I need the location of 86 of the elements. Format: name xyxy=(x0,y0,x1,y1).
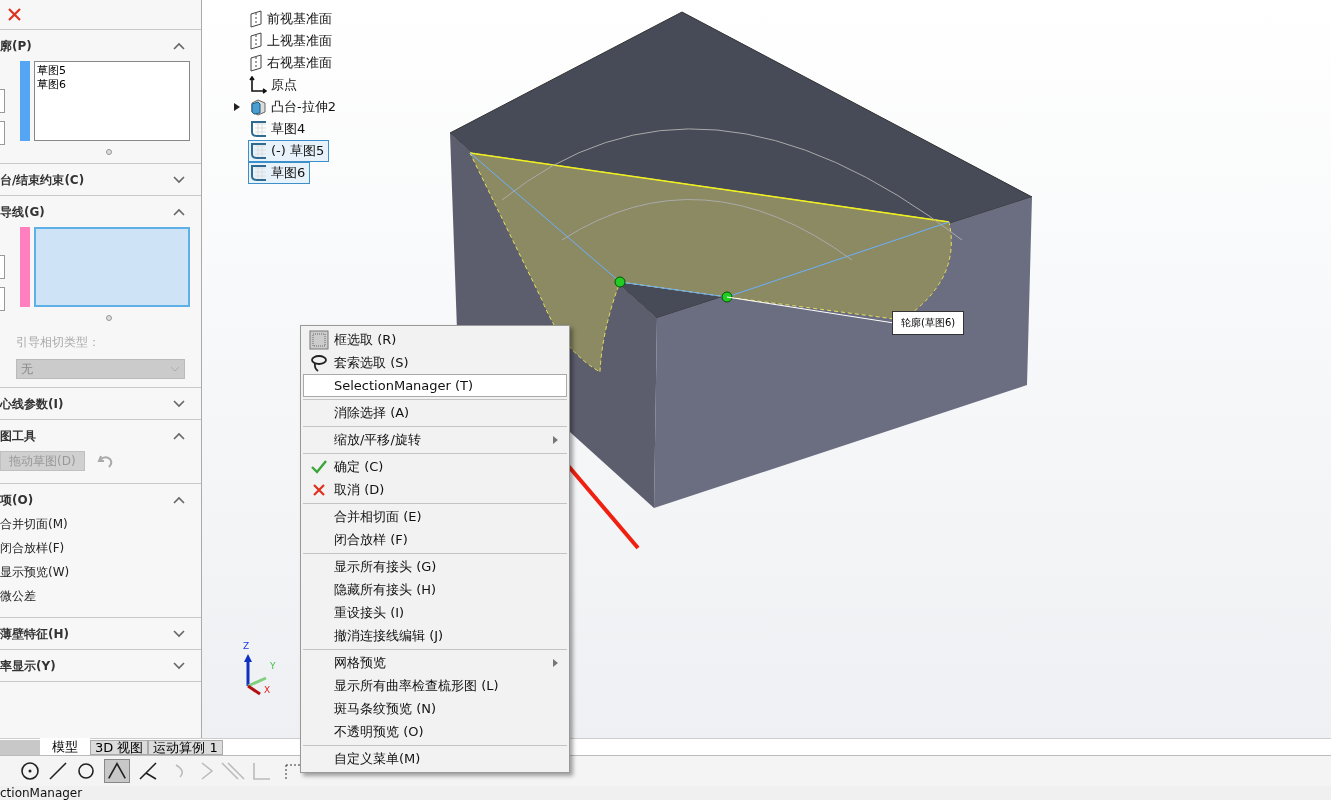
tab[interactable]: 运动算例 1 xyxy=(148,740,223,755)
field-label: 引导相切类型： xyxy=(16,334,101,351)
lasso-icon xyxy=(310,353,328,372)
close-icon[interactable] xyxy=(8,8,21,21)
section-title[interactable]: 廓(P) xyxy=(0,36,32,55)
box-select-icon xyxy=(309,329,329,350)
option-label[interactable]: 显示预览(W) xyxy=(0,563,201,581)
section-title[interactable]: 率显示(Y) xyxy=(0,656,56,675)
line-icon[interactable] xyxy=(48,761,68,781)
tree-item[interactable]: 右视基准面 xyxy=(248,52,337,74)
caret-icon xyxy=(170,366,180,372)
tree-item[interactable]: (-) 草图5 xyxy=(248,140,330,162)
tree-item[interactable]: 草图6 xyxy=(248,162,311,184)
section-title[interactable]: 图工具 xyxy=(0,426,36,445)
collapse-icon[interactable] xyxy=(173,495,185,504)
side-button[interactable] xyxy=(0,287,5,311)
tree-item[interactable]: 草图4 xyxy=(248,118,311,140)
section-title[interactable]: 导线(G) xyxy=(0,202,45,221)
callout-label: 轮廓(草图6) xyxy=(892,311,965,335)
resize-handle[interactable] xyxy=(105,149,112,155)
menu-item[interactable]: 套索选取 (S) xyxy=(303,351,567,374)
cross-icon xyxy=(312,482,326,497)
plane-icon xyxy=(249,10,263,28)
menu-item[interactable]: 框选取 (R) xyxy=(303,328,567,351)
menu-item[interactable]: 消除选择 (A) xyxy=(303,401,567,427)
expand-icon[interactable] xyxy=(173,629,185,638)
menu-item[interactable]: 确定 (C) xyxy=(303,455,567,478)
plane-icon xyxy=(249,32,263,50)
menu-item[interactable]: 取消 (D) xyxy=(303,478,567,504)
section-title[interactable]: 心线参数(I) xyxy=(0,394,64,413)
submenu-arrow-icon xyxy=(553,658,558,667)
menu-item[interactable]: 缩放/平移/旋转 xyxy=(303,428,567,454)
menu-item[interactable]: 网格预览 xyxy=(303,651,567,674)
section-title[interactable]: 台/结束约束(C) xyxy=(0,170,85,189)
axis-label: Y xyxy=(270,660,276,673)
resize-handle[interactable] xyxy=(105,315,112,321)
menu-item[interactable]: 斑马条纹预览 (N) xyxy=(303,697,567,720)
menu-item[interactable]: 重设接头 (I) xyxy=(303,601,567,624)
check-icon xyxy=(311,459,327,474)
list-item[interactable]: 草图6 xyxy=(37,78,187,92)
menu-item[interactable]: 合并相切面 (E) xyxy=(303,505,567,528)
sketch-icon xyxy=(249,142,267,160)
list-item[interactable]: 草图5 xyxy=(37,64,187,78)
option-label[interactable]: 闭合放样(F) xyxy=(0,539,201,557)
tab[interactable]: 3D 视图 xyxy=(90,740,149,755)
tree-item[interactable]: 凸台-拉伸2 xyxy=(248,96,341,118)
side-button[interactable] xyxy=(0,255,5,279)
status-text: ctionManager xyxy=(0,786,83,800)
section-title[interactable]: 薄壁特征(H) xyxy=(0,624,69,643)
expand-icon[interactable] xyxy=(173,175,185,184)
origin-icon xyxy=(249,76,267,94)
cube-icon xyxy=(249,98,267,116)
tree-item[interactable]: 前视基准面 xyxy=(248,8,337,30)
menu-item[interactable]: 显示所有曲率检查梳形图 (L) xyxy=(303,674,567,697)
menu-item[interactable]: 不透明预览 (O) xyxy=(303,720,567,746)
selection-list[interactable]: 草图5 草图6 xyxy=(34,61,190,141)
expand-icon[interactable] xyxy=(173,399,185,408)
expand-icon[interactable] xyxy=(173,661,185,670)
collapse-icon[interactable] xyxy=(173,41,185,50)
polygon-icon[interactable] xyxy=(76,761,96,781)
menu-item[interactable]: 显示所有接头 (G) xyxy=(303,555,567,578)
side-button[interactable] xyxy=(0,89,5,113)
sketch-icon xyxy=(249,164,267,182)
tab[interactable]: 模型 xyxy=(40,738,90,755)
menu-item[interactable]: SelectionManager (T) xyxy=(303,374,567,400)
trim-icon[interactable] xyxy=(104,759,130,783)
tree-item[interactable]: 上视基准面 xyxy=(248,30,337,52)
menu-item[interactable]: 自定义菜单(M) xyxy=(303,747,567,770)
menu-item[interactable]: 撤消连接线编辑 (J) xyxy=(303,624,567,650)
sketch-icon xyxy=(249,120,267,138)
side-button[interactable] xyxy=(0,121,5,145)
expand-arrow-icon[interactable] xyxy=(234,103,240,111)
axis-label: X xyxy=(264,684,271,697)
option-label[interactable]: 合并切面(M) xyxy=(0,515,201,533)
menu-item[interactable]: 隐藏所有接头 (H) xyxy=(303,578,567,601)
submenu-arrow-icon xyxy=(553,435,558,444)
section-title[interactable]: 项(O) xyxy=(0,490,34,509)
angle-icon[interactable] xyxy=(138,761,158,781)
axis-label: Z xyxy=(243,640,250,653)
plane-icon xyxy=(249,54,263,72)
tree-item[interactable]: 原点 xyxy=(248,74,302,96)
circle-icon[interactable] xyxy=(20,761,40,781)
collapse-icon[interactable] xyxy=(173,431,185,440)
option-label[interactable]: 微公差 xyxy=(0,587,201,605)
collapse-icon[interactable] xyxy=(173,207,185,216)
menu-item[interactable]: 闭合放样 (F) xyxy=(303,528,567,554)
